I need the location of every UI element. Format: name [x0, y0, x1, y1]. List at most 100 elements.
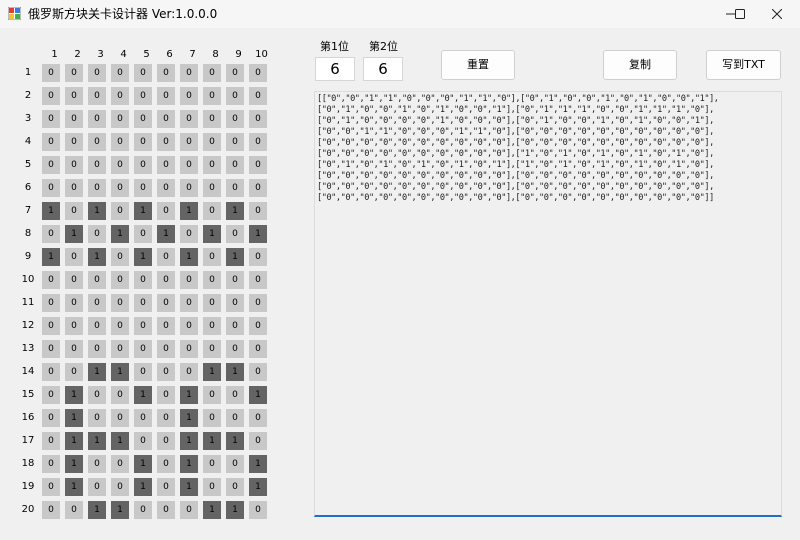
grid-cell[interactable]: 0	[180, 363, 198, 381]
grid-cell[interactable]: 0	[134, 317, 152, 335]
grid-cell[interactable]: 0	[203, 156, 221, 174]
grid-cell[interactable]: 0	[42, 478, 60, 496]
grid-cell[interactable]: 0	[226, 156, 244, 174]
grid-cell[interactable]: 0	[226, 478, 244, 496]
grid-cell[interactable]: 0	[180, 110, 198, 128]
grid-cell[interactable]: 0	[249, 156, 267, 174]
grid-cell[interactable]: 0	[180, 156, 198, 174]
grid-cell[interactable]: 1	[65, 225, 83, 243]
grid-cell[interactable]: 0	[88, 179, 106, 197]
grid-cell[interactable]: 0	[157, 317, 175, 335]
grid-cell[interactable]: 0	[180, 87, 198, 105]
grid-cell[interactable]: 0	[203, 294, 221, 312]
grid-cell[interactable]: 0	[65, 248, 83, 266]
grid-cell[interactable]: 0	[249, 110, 267, 128]
grid-cell[interactable]: 0	[249, 340, 267, 358]
grid-cell[interactable]: 1	[65, 432, 83, 450]
grid-cell[interactable]: 0	[65, 340, 83, 358]
grid-cell[interactable]: 1	[111, 432, 129, 450]
grid-cell[interactable]: 0	[42, 225, 60, 243]
grid-cell[interactable]: 1	[134, 202, 152, 220]
grid-cell[interactable]: 0	[111, 386, 129, 404]
grid-cell[interactable]: 0	[180, 225, 198, 243]
grid-cell[interactable]: 0	[203, 202, 221, 220]
digit2-input[interactable]: 6	[363, 57, 403, 81]
grid-cell[interactable]: 0	[157, 501, 175, 519]
grid-cell[interactable]: 1	[226, 202, 244, 220]
grid-cell[interactable]: 0	[88, 340, 106, 358]
grid-cell[interactable]: 0	[157, 294, 175, 312]
grid-cell[interactable]: 0	[249, 409, 267, 427]
grid-cell[interactable]: 0	[249, 87, 267, 105]
grid-cell[interactable]: 1	[203, 225, 221, 243]
grid-cell[interactable]: 0	[88, 271, 106, 289]
grid-cell[interactable]: 0	[88, 110, 106, 128]
grid-cell[interactable]: 0	[88, 225, 106, 243]
grid-cell[interactable]: 0	[88, 386, 106, 404]
grid-cell[interactable]: 0	[111, 340, 129, 358]
grid-cell[interactable]: 0	[203, 248, 221, 266]
grid-cell[interactable]: 0	[111, 271, 129, 289]
grid-cell[interactable]: 0	[42, 179, 60, 197]
grid-cell[interactable]: 0	[203, 179, 221, 197]
grid-cell[interactable]: 0	[180, 271, 198, 289]
grid-cell[interactable]: 0	[249, 64, 267, 82]
grid-cell[interactable]: 0	[203, 409, 221, 427]
grid-cell[interactable]: 0	[157, 340, 175, 358]
grid-cell[interactable]: 1	[65, 409, 83, 427]
grid-cell[interactable]: 1	[88, 202, 106, 220]
grid-cell[interactable]: 0	[157, 202, 175, 220]
grid-cell[interactable]: 0	[203, 478, 221, 496]
grid-cell[interactable]: 1	[134, 248, 152, 266]
grid-cell[interactable]: 1	[88, 501, 106, 519]
grid-cell[interactable]: 0	[42, 317, 60, 335]
grid-cell[interactable]: 0	[65, 179, 83, 197]
grid-cell[interactable]: 1	[226, 363, 244, 381]
grid-cell[interactable]: 0	[88, 294, 106, 312]
grid-cell[interactable]: 0	[42, 386, 60, 404]
grid-cell[interactable]: 0	[134, 156, 152, 174]
grid-cell[interactable]: 0	[157, 478, 175, 496]
grid-cell[interactable]: 0	[226, 317, 244, 335]
grid-cell[interactable]: 0	[157, 156, 175, 174]
grid-cell[interactable]: 1	[42, 248, 60, 266]
grid-cell[interactable]: 0	[42, 455, 60, 473]
grid-cell[interactable]: 0	[65, 156, 83, 174]
grid-cell[interactable]: 1	[249, 455, 267, 473]
grid-cell[interactable]: 0	[111, 409, 129, 427]
grid-cell[interactable]: 0	[111, 179, 129, 197]
grid-cell[interactable]: 1	[180, 248, 198, 266]
grid-cell[interactable]: 0	[249, 501, 267, 519]
grid-cell[interactable]: 1	[134, 478, 152, 496]
grid-cell[interactable]: 0	[111, 87, 129, 105]
grid-cell[interactable]: 0	[88, 478, 106, 496]
grid-cell[interactable]: 0	[42, 110, 60, 128]
grid-cell[interactable]: 0	[111, 455, 129, 473]
grid-cell[interactable]: 1	[180, 409, 198, 427]
grid-cell[interactable]: 0	[65, 294, 83, 312]
grid-cell[interactable]: 1	[111, 501, 129, 519]
grid-cell[interactable]: 0	[180, 340, 198, 358]
grid-cell[interactable]: 0	[111, 317, 129, 335]
grid-cell[interactable]: 0	[249, 294, 267, 312]
grid-cell[interactable]: 0	[226, 386, 244, 404]
grid-cell[interactable]: 1	[226, 248, 244, 266]
grid-cell[interactable]: 1	[88, 432, 106, 450]
grid-cell[interactable]: 0	[65, 87, 83, 105]
grid-cell[interactable]: 0	[134, 432, 152, 450]
grid-cell[interactable]: 0	[134, 64, 152, 82]
close-button[interactable]	[754, 0, 800, 28]
grid-cell[interactable]: 0	[134, 225, 152, 243]
grid-cell[interactable]: 0	[65, 317, 83, 335]
grid-cell[interactable]: 1	[65, 386, 83, 404]
grid-cell[interactable]: 0	[88, 87, 106, 105]
grid-cell[interactable]: 0	[157, 271, 175, 289]
grid-cell[interactable]: 0	[88, 317, 106, 335]
grid-cell[interactable]: 1	[249, 386, 267, 404]
grid-cell[interactable]: 0	[111, 294, 129, 312]
grid-cell[interactable]: 0	[42, 133, 60, 151]
reset-button[interactable]: 重置	[441, 50, 515, 80]
title-bar[interactable]: 俄罗斯方块关卡设计器 Ver:1.0.0.0	[0, 0, 800, 28]
grid-cell[interactable]: 0	[157, 432, 175, 450]
grid-cell[interactable]: 0	[203, 87, 221, 105]
